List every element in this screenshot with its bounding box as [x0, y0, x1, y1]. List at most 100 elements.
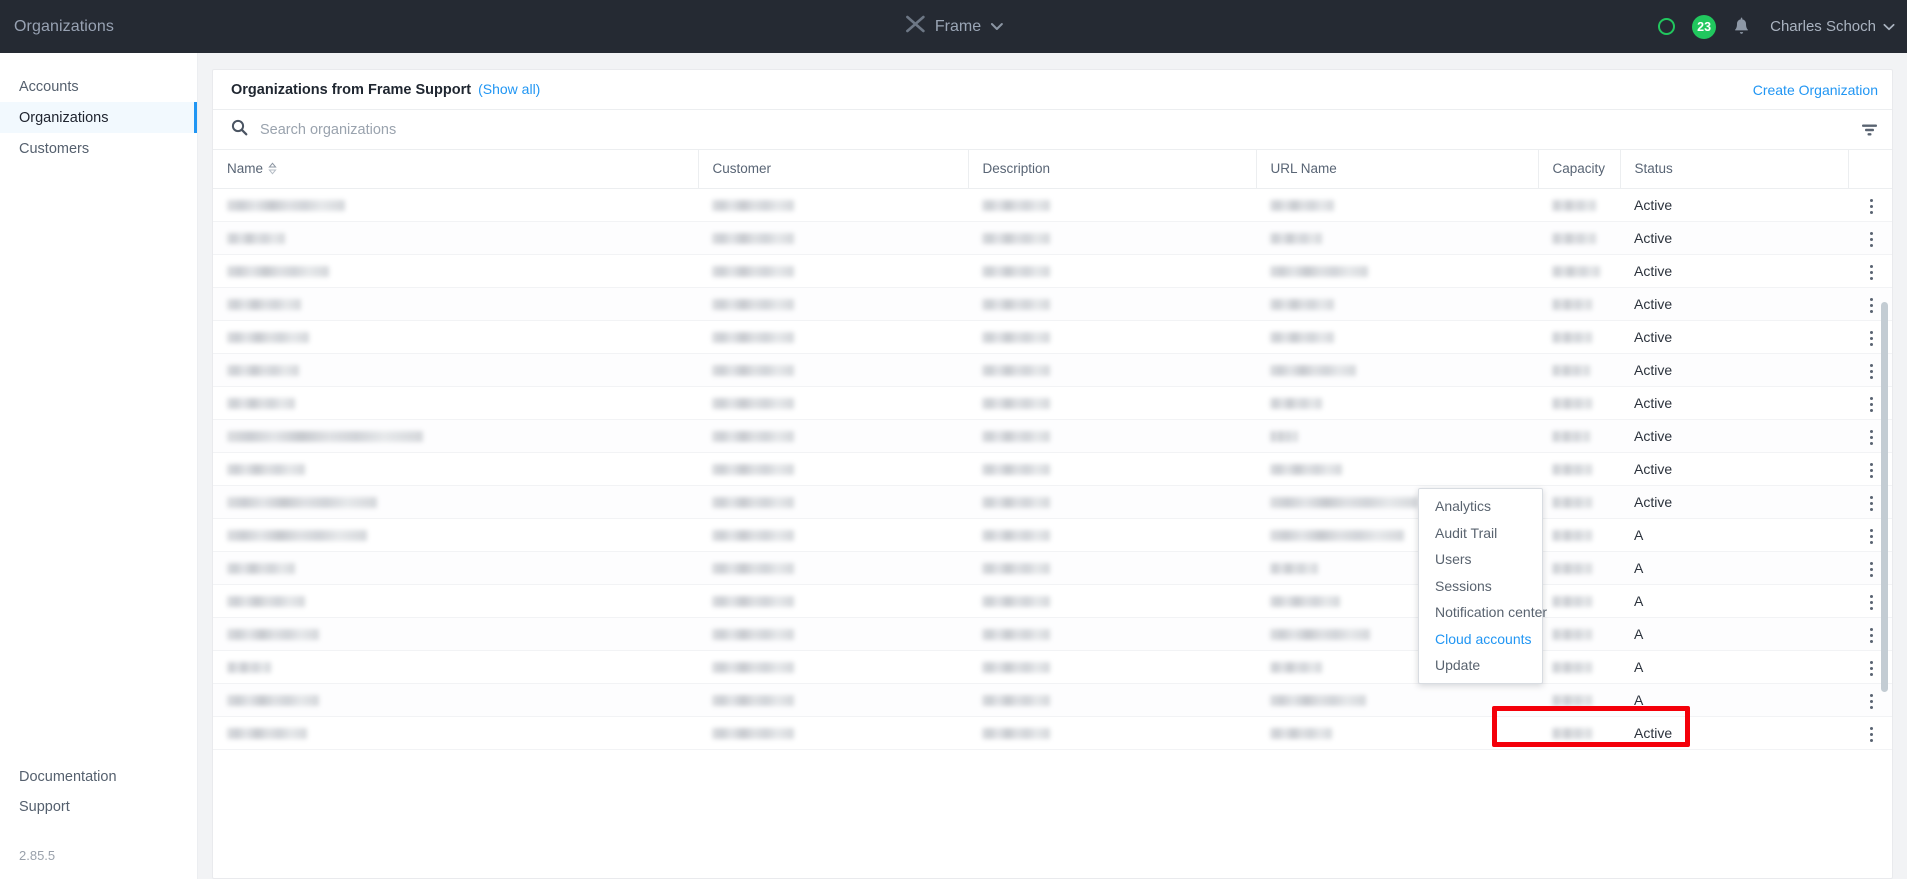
context-menu-item-users[interactable]: Users — [1419, 546, 1542, 573]
redacted-value — [982, 398, 1050, 410]
cell-description — [968, 419, 1256, 453]
column-header-status[interactable]: Status — [1620, 150, 1849, 189]
redacted-value — [1270, 200, 1334, 212]
table-row[interactable]: Active — [213, 452, 1892, 486]
column-header-url-name[interactable]: URL Name — [1256, 150, 1539, 189]
table-row[interactable]: A — [213, 617, 1892, 651]
show-all-link[interactable]: (Show all) — [478, 81, 540, 97]
column-header-name[interactable]: Name — [213, 150, 699, 189]
table-header-row: Name Customer Description URL Name Capac… — [213, 150, 1892, 189]
kebab-menu-icon[interactable] — [1860, 325, 1883, 352]
table-row[interactable]: Active — [213, 320, 1892, 354]
cell-url-name — [1256, 221, 1538, 255]
table-row[interactable]: A — [213, 683, 1892, 717]
kebab-menu-icon[interactable] — [1860, 424, 1883, 451]
column-header-customer[interactable]: Customer — [698, 150, 969, 189]
column-header-label: Customer — [712, 161, 772, 177]
bell-icon[interactable] — [1733, 17, 1750, 36]
context-menu-item-cloud-accounts[interactable]: Cloud accounts — [1419, 626, 1542, 653]
sidebar-item-accounts[interactable]: Accounts — [0, 71, 197, 102]
redacted-value — [712, 596, 794, 608]
table-row[interactable]: Active — [213, 485, 1892, 519]
redacted-value — [1552, 629, 1592, 641]
redacted-value — [1270, 233, 1322, 245]
table-row[interactable]: Active — [213, 716, 1892, 750]
table-row[interactable]: A — [213, 551, 1892, 585]
cell-description — [968, 254, 1256, 288]
kebab-menu-icon[interactable] — [1860, 721, 1883, 748]
table-row[interactable]: Active — [213, 353, 1892, 387]
redacted-value — [1552, 398, 1592, 410]
redacted-value — [1270, 431, 1298, 443]
cell-description — [968, 551, 1256, 585]
kebab-menu-icon[interactable] — [1860, 556, 1883, 583]
redacted-value — [1270, 596, 1340, 608]
create-organization-button[interactable]: Create Organization — [1753, 82, 1878, 98]
search-input[interactable] — [260, 121, 1842, 138]
sort-icon[interactable] — [268, 162, 277, 175]
kebab-menu-icon[interactable] — [1860, 589, 1883, 616]
column-header-description[interactable]: Description — [968, 150, 1257, 189]
cell-status: A — [1620, 584, 1848, 618]
table-row[interactable]: Active — [213, 188, 1892, 222]
kebab-menu-icon[interactable] — [1860, 490, 1883, 517]
column-header-label: Capacity — [1552, 161, 1606, 177]
cell-capacity — [1538, 419, 1620, 453]
kebab-menu-icon[interactable] — [1860, 523, 1883, 550]
user-menu[interactable]: Charles Schoch — [1770, 18, 1895, 36]
cell-customer — [698, 584, 968, 618]
sidebar-item-customers[interactable]: Customers — [0, 133, 197, 164]
cell-capacity — [1538, 254, 1620, 288]
redacted-value — [712, 629, 794, 641]
kebab-menu-icon[interactable] — [1860, 391, 1883, 418]
redacted-value — [712, 464, 794, 476]
redacted-value — [712, 662, 794, 674]
filter-icon[interactable] — [1854, 115, 1884, 145]
status-ring-icon[interactable] — [1658, 18, 1676, 35]
kebab-menu-icon[interactable] — [1860, 226, 1883, 253]
table-row[interactable]: A — [213, 518, 1892, 552]
redacted-value — [227, 497, 377, 509]
table-row[interactable]: A — [213, 584, 1892, 618]
kebab-menu-icon[interactable] — [1860, 292, 1883, 319]
brand-switcher[interactable]: Frame — [904, 13, 1003, 40]
notification-count-badge[interactable]: 23 — [1692, 14, 1717, 39]
table-row[interactable]: Active — [213, 386, 1892, 420]
vertical-scrollbar-thumb[interactable] — [1881, 302, 1888, 692]
column-header-actions — [1848, 150, 1892, 189]
table-row[interactable]: Active — [213, 254, 1892, 288]
sidebar-item-documentation[interactable]: Documentation — [0, 762, 197, 792]
context-menu-item-analytics[interactable]: Analytics — [1419, 493, 1542, 520]
table-row[interactable]: Active — [213, 287, 1892, 321]
cell-status: A — [1620, 518, 1848, 552]
context-menu-item-sessions[interactable]: Sessions — [1419, 573, 1542, 600]
context-menu-item-update[interactable]: Update — [1419, 652, 1542, 679]
kebab-menu-icon[interactable] — [1860, 688, 1883, 715]
redacted-value — [1270, 332, 1334, 344]
kebab-menu-icon[interactable] — [1860, 193, 1883, 220]
cell-capacity — [1538, 617, 1620, 651]
context-menu-item-audit-trail[interactable]: Audit Trail — [1419, 520, 1542, 547]
table-row[interactable]: Active — [213, 419, 1892, 453]
cell-name — [213, 254, 698, 288]
kebab-menu-icon[interactable] — [1860, 358, 1883, 385]
sidebar-item-support[interactable]: Support — [0, 792, 197, 822]
table-row[interactable]: A — [213, 650, 1892, 684]
redacted-value — [712, 365, 794, 377]
column-header-capacity[interactable]: Capacity — [1538, 150, 1621, 189]
redacted-value — [227, 200, 345, 212]
context-menu-item-notification-center[interactable]: Notification center — [1419, 599, 1547, 626]
sidebar-item-organizations[interactable]: Organizations — [0, 102, 197, 133]
kebab-menu-icon[interactable] — [1860, 622, 1883, 649]
table-row[interactable]: Active — [213, 221, 1892, 255]
kebab-menu-icon[interactable] — [1860, 655, 1883, 682]
kebab-menu-icon[interactable] — [1860, 457, 1883, 484]
cell-status: Active — [1620, 485, 1848, 519]
kebab-menu-icon[interactable] — [1860, 259, 1883, 286]
redacted-value — [982, 563, 1050, 575]
cell-description — [968, 188, 1256, 222]
redacted-value — [1270, 629, 1370, 641]
cell-description — [968, 353, 1256, 387]
column-header-label: Status — [1634, 161, 1673, 177]
cell-name — [213, 584, 698, 618]
